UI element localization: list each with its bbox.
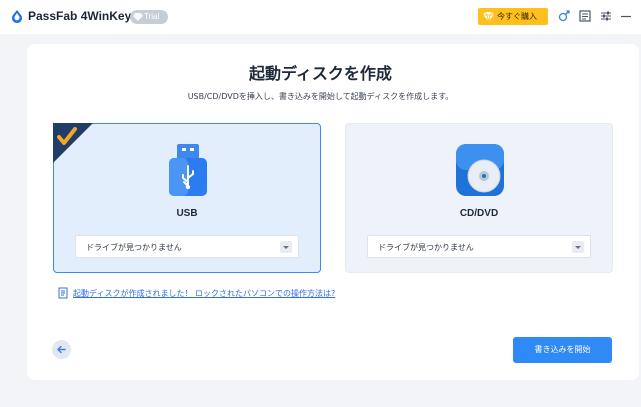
cd-dvd-label: CD/DVD <box>459 208 499 219</box>
cd-dvd-drive-select-value: ドライブが見つかりません <box>378 243 474 252</box>
start-burning-button[interactable]: 書き込みを開始 <box>513 337 612 363</box>
chevron-down-icon[interactable] <box>572 241 584 253</box>
trial-label: Trial <box>144 12 160 21</box>
trial-badge: Trial <box>130 10 168 24</box>
cd-dvd-drive-select[interactable]: ドライブが見つかりません <box>367 235 591 258</box>
usb-drive-select[interactable]: ドライブが見つかりません <box>75 235 299 258</box>
diamond-icon <box>483 11 494 22</box>
document-icon <box>58 287 68 299</box>
usb-drive-icon <box>169 144 207 196</box>
help-link-text[interactable]: 起動ディスクが作成されました！ ロックされたパソコンでの操作方法は? <box>73 288 335 299</box>
usb-option-card[interactable]: USB ドライブが見つかりません <box>53 123 321 273</box>
cd-dvd-icon <box>456 144 504 196</box>
page-title: 起動ディスクを作成 <box>249 64 392 83</box>
arrow-left-icon <box>57 345 66 354</box>
page-subtitle: USB/CD/DVDを挿入し、書き込みを開始して起動ディスクを作成します。 <box>187 92 454 101</box>
buy-now-label: 今すぐ購入 <box>497 12 537 21</box>
settings-sliders-icon[interactable] <box>599 9 613 23</box>
title-bar: PassFab 4WinKey Trial 今すぐ購入 <box>0 0 641 34</box>
usb-label: USB <box>176 208 198 219</box>
diamond-icon <box>133 13 143 21</box>
buy-now-button[interactable]: 今すぐ購入 <box>478 8 548 25</box>
cd-dvd-option-card[interactable]: CD/DVD ドライブが見つかりません <box>345 123 613 273</box>
selected-check-badge-icon <box>53 123 93 163</box>
register-icon[interactable] <box>578 9 592 23</box>
minimize-icon[interactable] <box>619 9 633 23</box>
chevron-down-icon[interactable] <box>280 241 292 253</box>
back-button[interactable] <box>52 340 71 359</box>
usb-drive-select-value: ドライブが見つかりません <box>86 243 182 252</box>
help-link[interactable]: 起動ディスクが作成されました！ ロックされたパソコンでの操作方法は? <box>58 286 335 300</box>
passfab-logo-icon <box>12 10 22 23</box>
app-title: PassFab 4WinKey <box>28 9 132 23</box>
user-gender-icon[interactable] <box>557 9 571 23</box>
